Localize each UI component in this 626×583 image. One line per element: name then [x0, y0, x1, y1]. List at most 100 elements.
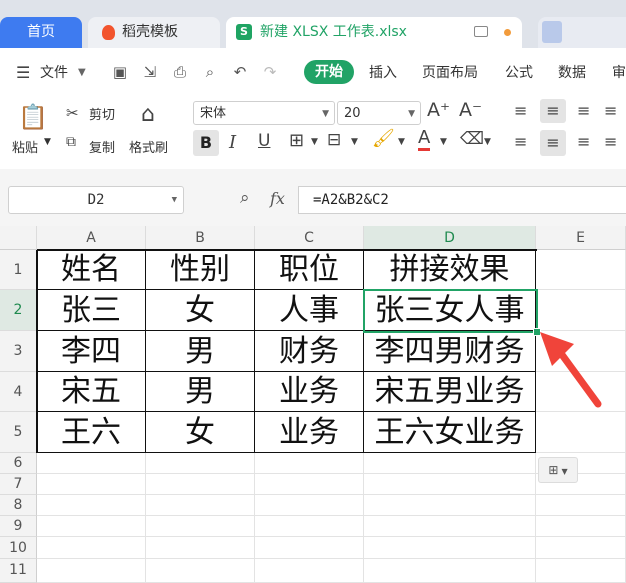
grid-cell[interactable] — [364, 537, 536, 559]
cell-a5[interactable]: 王六 — [37, 412, 146, 453]
row-header-11[interactable]: 11 — [0, 559, 37, 583]
cell-a2[interactable]: 张三 — [37, 290, 146, 331]
tab-home[interactable]: 首页 — [0, 17, 82, 48]
cell-d1[interactable]: 拼接效果 — [364, 250, 536, 290]
column-header-e[interactable]: E — [536, 226, 626, 250]
tab-other[interactable] — [538, 17, 626, 48]
menu-file[interactable]: 文件 — [40, 48, 68, 98]
grid-cell[interactable] — [255, 559, 364, 583]
column-header-a[interactable]: A — [37, 226, 146, 250]
grid-cell[interactable] — [146, 559, 255, 583]
paste-button[interactable]: 粘贴 — [12, 137, 38, 156]
grid-cell[interactable] — [364, 474, 536, 495]
align-right-icon[interactable]: ≡ — [577, 132, 590, 151]
align-bottom-icon[interactable]: ≡ — [577, 101, 590, 120]
grid-cell[interactable] — [536, 559, 626, 583]
font-color-icon[interactable]: A — [418, 128, 431, 151]
grid-cell[interactable] — [255, 537, 364, 559]
merge-cells-icon[interactable]: ⊟ — [327, 130, 341, 150]
cell-d4[interactable]: 宋五男业务 — [364, 372, 536, 412]
tab-document[interactable]: S 新建 XLSX 工作表.xlsx — [226, 17, 522, 48]
cell-b5[interactable]: 女 — [146, 412, 255, 453]
grid-cell[interactable] — [536, 495, 626, 516]
print-preview-icon[interactable]: ⌕ — [202, 64, 218, 80]
grid-cell[interactable] — [37, 559, 146, 583]
name-box[interactable]: D2 ▼ — [8, 186, 184, 214]
paste-icon[interactable]: 📋 — [18, 104, 48, 130]
chevron-down-icon[interactable]: ▼ — [440, 137, 447, 147]
menu-insert[interactable]: 插入 — [369, 48, 397, 98]
shrink-font-icon[interactable]: A⁻ — [459, 99, 482, 121]
row-header-2[interactable]: 2 — [0, 290, 37, 331]
cell-d3[interactable]: 李四男财务 — [364, 331, 536, 372]
bold-button[interactable]: B — [193, 130, 219, 156]
grid-cell[interactable] — [364, 559, 536, 583]
column-header-c[interactable]: C — [255, 226, 364, 250]
cut-button[interactable]: 剪切 — [89, 104, 115, 123]
copy-button[interactable]: 复制 — [89, 137, 115, 156]
menu-home-tab[interactable]: 开始 — [304, 60, 354, 84]
grid-cell[interactable] — [146, 537, 255, 559]
cell-b2[interactable]: 女 — [146, 290, 255, 331]
underline-button[interactable]: U — [258, 131, 270, 151]
row-header-5[interactable]: 5 — [0, 412, 37, 453]
select-all-corner[interactable] — [0, 226, 37, 250]
zoom-search-icon[interactable]: ⌕ — [240, 188, 250, 208]
row-header-7[interactable]: 7 — [0, 474, 37, 495]
cell-c4[interactable]: 业务 — [255, 372, 364, 412]
font-name-select[interactable]: 宋体 ▼ — [193, 101, 335, 125]
grid-cell[interactable] — [146, 495, 255, 516]
menu-page-layout[interactable]: 页面布局 — [422, 48, 478, 98]
chevron-down-icon[interactable]: ▼ — [44, 137, 51, 147]
fx-icon[interactable]: fx — [270, 189, 285, 208]
grid-cell[interactable] — [37, 453, 146, 474]
menu-review[interactable]: 审 — [612, 48, 626, 98]
chevron-down-icon[interactable]: ▼ — [351, 137, 358, 147]
paste-options-button[interactable]: ⊞ ▼ — [538, 457, 578, 483]
grid-cell[interactable] — [364, 453, 536, 474]
row-header-6[interactable]: 6 — [0, 453, 37, 474]
cell-e5[interactable] — [536, 412, 626, 453]
borders-icon[interactable]: ⊞ — [289, 130, 304, 151]
row-header-3[interactable]: 3 — [0, 331, 37, 372]
grid-cell[interactable] — [364, 495, 536, 516]
grid-cell[interactable] — [255, 495, 364, 516]
grid-cell[interactable] — [37, 516, 146, 537]
chevron-down-icon[interactable]: ▼ — [484, 137, 491, 147]
cell-b4[interactable]: 男 — [146, 372, 255, 412]
align-left-icon[interactable]: ≡ — [514, 132, 527, 151]
eraser-icon[interactable]: ⌫ — [460, 129, 484, 149]
hamburger-icon[interactable]: ☰ — [16, 48, 30, 98]
menu-data[interactable]: 数据 — [558, 48, 586, 98]
cell-d5[interactable]: 王六女业务 — [364, 412, 536, 453]
row-header-4[interactable]: 4 — [0, 372, 37, 412]
grid-cell[interactable] — [37, 495, 146, 516]
cell-b1[interactable]: 性别 — [146, 250, 255, 290]
align-center-icon[interactable]: ≡ — [540, 130, 566, 156]
format-painter-button[interactable]: 格式刷 — [129, 137, 168, 156]
chevron-down-icon[interactable]: ▼ — [311, 137, 318, 147]
cell-c1[interactable]: 职位 — [255, 250, 364, 290]
menu-formulas[interactable]: 公式 — [505, 48, 533, 98]
grid-cell[interactable] — [146, 516, 255, 537]
export-icon[interactable]: ⇲ — [142, 64, 158, 80]
align-top-icon[interactable]: ≡ — [514, 101, 527, 120]
column-header-d[interactable]: D — [364, 226, 536, 250]
redo-icon[interactable]: ↷ — [262, 64, 278, 80]
grid-cell[interactable] — [255, 474, 364, 495]
chevron-down-icon[interactable]: ▼ — [398, 137, 405, 147]
font-size-select[interactable]: 20 ▼ — [337, 101, 421, 125]
print-icon[interactable]: ⎙ — [172, 64, 188, 80]
chevron-down-icon[interactable]: ▼ — [78, 48, 86, 98]
cell-e1[interactable] — [536, 250, 626, 290]
cell-b3[interactable]: 男 — [146, 331, 255, 372]
undo-icon[interactable]: ↶ — [232, 64, 248, 80]
fill-color-icon[interactable]: 🖌 — [372, 128, 395, 149]
grid-cell[interactable] — [536, 537, 626, 559]
cell-a1[interactable]: 姓名 — [37, 250, 146, 290]
row-header-1[interactable]: 1 — [0, 250, 37, 290]
grid-cell[interactable] — [37, 537, 146, 559]
cell-c5[interactable]: 业务 — [255, 412, 364, 453]
monitor-icon[interactable] — [474, 26, 488, 37]
grid-cell[interactable] — [255, 516, 364, 537]
